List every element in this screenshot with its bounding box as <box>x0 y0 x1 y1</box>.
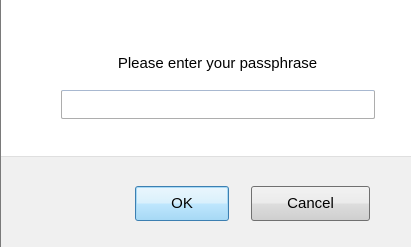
cancel-button[interactable]: Cancel <box>251 186 370 221</box>
ok-button[interactable]: OK <box>135 186 229 221</box>
passphrase-prompt-label: Please enter your passphrase <box>117 55 318 72</box>
dialog-content: Please enter your passphrase <box>1 0 411 156</box>
dialog-button-bar: OK Cancel <box>1 156 411 247</box>
passphrase-input[interactable] <box>61 90 375 119</box>
passphrase-dialog: Please enter your passphrase OK Cancel <box>0 0 411 247</box>
